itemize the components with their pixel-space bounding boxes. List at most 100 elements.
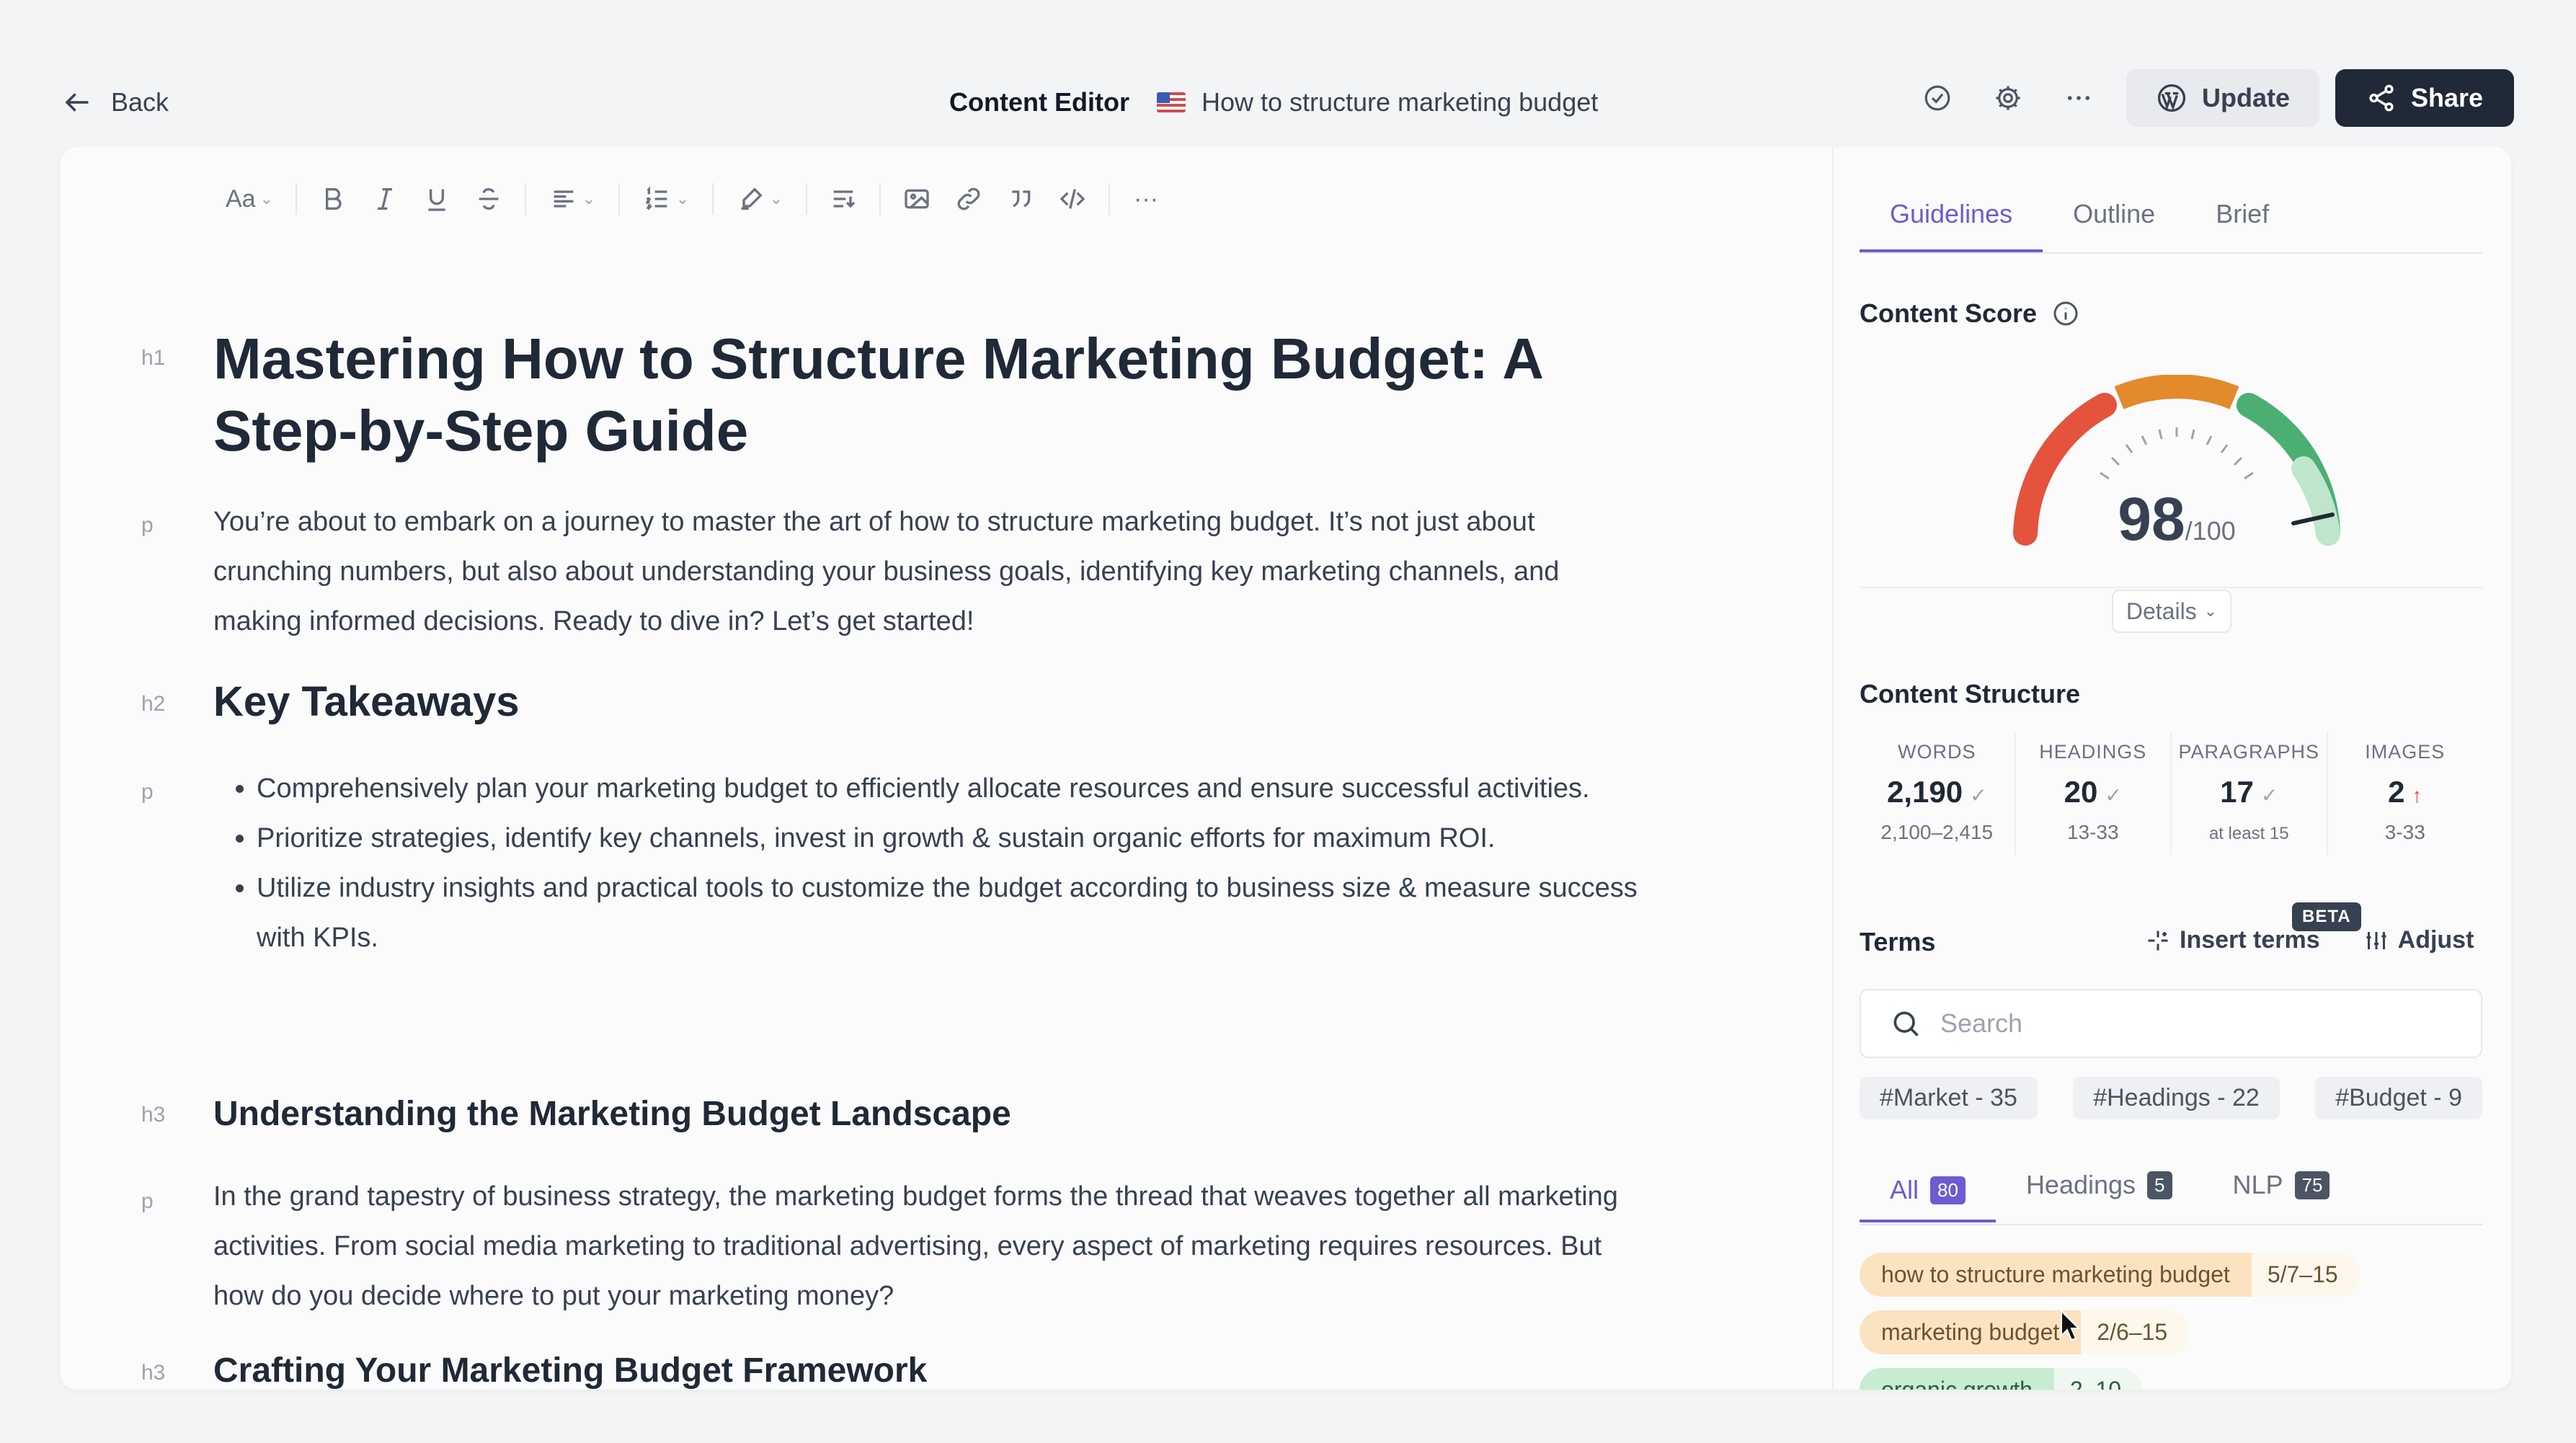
section-heading[interactable]: Crafting Your Marketing Budget Framework xyxy=(213,1351,927,1390)
check-icon: ✓ xyxy=(1970,784,1987,807)
underline-button[interactable] xyxy=(411,176,463,222)
term-chip[interactable]: marketing budget 2/6–15 xyxy=(1860,1310,2190,1354)
stat-label: WORDS xyxy=(1898,741,1976,763)
arrow-left-icon xyxy=(65,93,89,112)
formatting-toolbar: Aa ⌄ ⌄ ⌄ ⌄ ··· xyxy=(213,176,1172,222)
list-dropdown[interactable]: ⌄ xyxy=(630,176,702,222)
stat-range: 13-33 xyxy=(2066,821,2119,843)
insert-link-button[interactable] xyxy=(943,176,995,222)
insert-image-button[interactable] xyxy=(891,176,943,222)
topic-tag[interactable]: #Market - 35 xyxy=(1860,1077,2038,1119)
content-score-header: Content Score xyxy=(1860,298,2080,329)
strikethrough-button[interactable] xyxy=(463,176,515,222)
mouse-cursor-icon xyxy=(2061,1309,2080,1341)
term-list-clip: organic growth 2–10 xyxy=(1860,1368,2482,1390)
score-max: /100 xyxy=(2185,516,2236,546)
line-break-button[interactable] xyxy=(817,176,869,222)
bold-button[interactable] xyxy=(307,176,359,222)
info-icon[interactable] xyxy=(2051,299,2080,328)
toolbar-divider xyxy=(712,183,714,215)
filter-label: All xyxy=(1890,1175,1919,1204)
stat-value: 2,190 xyxy=(1886,775,1963,809)
block-type-h3: h3 xyxy=(141,1103,166,1127)
italic-icon xyxy=(378,188,392,210)
search-icon xyxy=(1893,1011,1919,1036)
insert-terms-button[interactable]: Insert terms xyxy=(2145,926,2320,954)
more-tools-button[interactable]: ··· xyxy=(1120,176,1172,222)
back-button[interactable]: Back xyxy=(62,81,169,124)
tab-brief[interactable]: Brief xyxy=(2185,189,2299,251)
font-style-dropdown[interactable]: Aa ⌄ xyxy=(213,176,285,222)
sparkle-icon xyxy=(2148,931,2168,950)
term-chip[interactable]: organic growth 2–10 xyxy=(1860,1368,2144,1390)
stat-value: 17 xyxy=(2220,775,2254,809)
terms-title: Terms xyxy=(1860,927,1936,956)
term-usage: 2/6–15 xyxy=(2097,1319,2168,1345)
article-title[interactable]: Mastering How to Structure Marketing Bud… xyxy=(213,323,1626,467)
chevron-down-icon: ⌄ xyxy=(675,190,690,208)
key-takeaways-heading[interactable]: Key Takeaways xyxy=(213,678,520,726)
count-badge: 80 xyxy=(1930,1176,1966,1204)
term-text: marketing budget xyxy=(1860,1310,2082,1354)
more-tools-label: ··· xyxy=(1134,185,1158,213)
details-dropdown[interactable]: Details ⌄ xyxy=(2112,590,2231,633)
block-type-p: p xyxy=(141,513,154,537)
list-item[interactable]: Prioritize strategies, identify key chan… xyxy=(257,814,1662,863)
topic-tag[interactable]: #Headings - 22 xyxy=(2073,1077,2280,1119)
stat-value: 20 xyxy=(2064,775,2098,809)
topic-tag[interactable]: #Budget - 9 xyxy=(2315,1077,2482,1119)
section-heading[interactable]: Understanding the Marketing Budget Lands… xyxy=(213,1094,1011,1134)
back-label: Back xyxy=(111,87,169,117)
highlighter-icon xyxy=(741,187,763,210)
bold-icon xyxy=(326,188,342,210)
insert-terms-label: Insert terms xyxy=(2180,926,2320,954)
panel-divider xyxy=(1832,147,1834,1390)
filter-nlp[interactable]: NLP 75 xyxy=(2203,1160,2360,1209)
numbered-list-icon xyxy=(645,186,667,210)
check-icon: ✓ xyxy=(2260,784,2278,807)
filter-all[interactable]: All 80 xyxy=(1860,1160,1996,1222)
block-type-h3: h3 xyxy=(141,1361,166,1385)
title-bar: Content Editor How to structure marketin… xyxy=(949,81,1598,124)
intro-paragraph[interactable]: You’re about to embark on a journey to m… xyxy=(213,497,1619,647)
terms-search[interactable] xyxy=(1860,989,2482,1058)
term-usage: 2–10 xyxy=(2069,1377,2122,1390)
quote-button[interactable] xyxy=(995,176,1047,222)
search-input[interactable] xyxy=(1939,1008,2446,1039)
settings-button[interactable] xyxy=(1986,76,2030,120)
italic-button[interactable] xyxy=(359,176,411,222)
adjust-button[interactable]: Adjust xyxy=(2363,926,2474,954)
stat-images: IMAGES 2 ↑ 3-33 xyxy=(2328,732,2483,855)
stat-label: HEADINGS xyxy=(2039,741,2147,763)
chevron-down-icon: ⌄ xyxy=(769,190,783,208)
code-button[interactable] xyxy=(1047,176,1098,222)
list-item[interactable]: Utilize industry insights and practical … xyxy=(257,863,1662,963)
align-dropdown[interactable]: ⌄ xyxy=(536,176,608,222)
share-icon xyxy=(2369,84,2394,112)
stat-words: WORDS 2,190 ✓ 2,100–2,415 xyxy=(1860,732,2016,855)
filter-headings[interactable]: Headings 5 xyxy=(1996,1160,2203,1209)
tab-outline[interactable]: Outline xyxy=(2043,189,2185,251)
document-title[interactable]: How to structure marketing budget xyxy=(1156,87,1598,117)
content-structure-title: Content Structure xyxy=(1860,679,2080,709)
term-text: organic growth xyxy=(1860,1368,2054,1390)
update-button[interactable]: Update xyxy=(2126,69,2319,127)
highlight-dropdown[interactable]: ⌄ xyxy=(724,176,796,222)
count-badge: 75 xyxy=(2294,1171,2330,1199)
tab-guidelines[interactable]: Guidelines xyxy=(1860,189,2043,252)
share-button[interactable]: Share xyxy=(2335,69,2514,127)
stat-headings: HEADINGS 20 ✓ 13-33 xyxy=(2016,732,2172,855)
share-label: Share xyxy=(2410,83,2484,112)
block-type-h2: h2 xyxy=(141,692,166,716)
wordpress-icon xyxy=(2157,84,2186,112)
list-item[interactable]: Comprehensively plan your marketing budg… xyxy=(257,764,1662,814)
section-paragraph[interactable]: In the grand tapestry of business strate… xyxy=(213,1172,1619,1321)
underline-icon xyxy=(428,189,445,211)
more-options-button[interactable] xyxy=(2057,76,2100,120)
us-flag-icon xyxy=(1156,92,1186,112)
term-chip[interactable]: how to structure marketing budget 5/7–15 xyxy=(1860,1253,2360,1297)
details-label: Details xyxy=(2126,598,2197,624)
ellipsis-icon xyxy=(2067,96,2090,100)
check-button[interactable] xyxy=(1916,76,1959,120)
wrap-text-icon xyxy=(833,190,856,208)
